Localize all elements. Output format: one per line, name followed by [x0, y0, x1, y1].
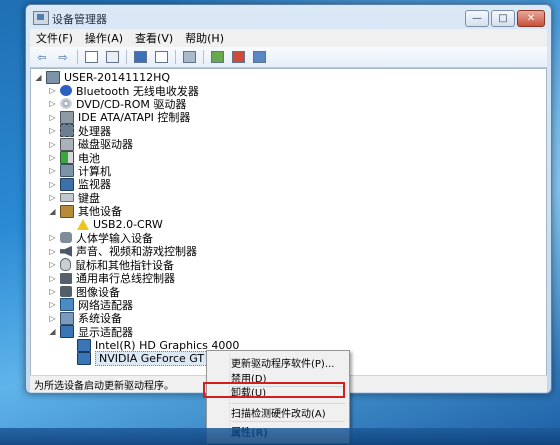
- uninstall-icon[interactable]: [229, 49, 247, 65]
- tree-item[interactable]: ◢ 其他设备: [48, 204, 122, 219]
- processor-icon: [60, 124, 74, 138]
- disk-drive-icon: [60, 137, 74, 151]
- keyboard-icon: [60, 193, 74, 203]
- back-icon[interactable]: ⇦: [33, 49, 51, 65]
- device-manager-icon: [33, 11, 49, 25]
- system-device-icon: [60, 311, 74, 325]
- update-driver-menu-item[interactable]: 更新驱动程序软件(P)...: [231, 355, 334, 370]
- expand-icon[interactable]: ▷: [48, 193, 57, 202]
- show-hide-tree-icon[interactable]: [82, 49, 100, 65]
- view-icon[interactable]: [152, 49, 170, 65]
- menu-help[interactable]: 帮助(H): [179, 30, 230, 46]
- battery-icon: [60, 151, 74, 164]
- collapse-icon[interactable]: ◢: [34, 73, 43, 82]
- toolbar-separator: [77, 50, 78, 64]
- ide-controller-icon: [60, 110, 74, 124]
- expand-icon[interactable]: ▷: [48, 274, 57, 283]
- bluetooth-icon: [60, 85, 72, 96]
- tree-item[interactable]: ◢ 显示适配器: [48, 325, 133, 339]
- warning-icon: [77, 219, 89, 230]
- display-adapter-icon: [60, 325, 74, 339]
- expand-icon[interactable]: ▷: [48, 314, 57, 323]
- monitor-icon: [60, 177, 74, 191]
- expand-icon[interactable]: ▷: [48, 247, 57, 256]
- update-driver-icon[interactable]: [208, 49, 226, 65]
- forward-icon[interactable]: ⇨: [54, 49, 72, 65]
- tree-item-label: 显示适配器: [78, 325, 133, 339]
- menu-action[interactable]: 操作(A): [79, 30, 129, 46]
- camera-icon: [60, 286, 72, 297]
- collapse-icon[interactable]: ◢: [48, 207, 57, 216]
- display-adapter-icon: [77, 338, 91, 352]
- sound-icon: [60, 245, 72, 257]
- properties-icon[interactable]: [103, 49, 121, 65]
- menu-file[interactable]: 文件(F): [30, 30, 79, 46]
- maximize-button[interactable]: □: [491, 10, 515, 27]
- window-controls: — □ ✕: [465, 10, 545, 27]
- expand-icon[interactable]: ▷: [48, 113, 57, 122]
- toolbar-separator: [126, 50, 127, 64]
- expand-icon[interactable]: ▷: [48, 287, 57, 296]
- toolbar: ⇦ ⇨: [30, 47, 547, 68]
- network-adapter-icon: [60, 298, 74, 312]
- expand-icon[interactable]: ▷: [48, 99, 57, 108]
- collapse-icon[interactable]: ◢: [48, 327, 57, 336]
- other-devices-icon: [60, 204, 74, 218]
- device-tree[interactable]: ◢ USER-20141112HQ ▷ Bluetooth 无线电收发器 ▷ DVD/…: [30, 68, 547, 376]
- expand-icon[interactable]: ▷: [48, 180, 57, 189]
- toolbar-separator: [175, 50, 176, 64]
- computer-icon: [46, 71, 60, 84]
- title-bar[interactable]: 设备管理器 — □ ✕: [26, 5, 551, 31]
- help-icon[interactable]: [131, 49, 149, 65]
- minimize-button[interactable]: —: [465, 10, 489, 27]
- menu-bar: 文件(F) 操作(A) 查看(V) 帮助(H): [30, 29, 547, 48]
- scan-hardware-icon[interactable]: [250, 49, 268, 65]
- scan-hardware-menu-item[interactable]: 扫描检测硬件改动(A): [231, 405, 326, 420]
- menu-separator: [231, 421, 345, 422]
- computer-icon: [60, 164, 74, 178]
- status-text: 为所选设备启动更新驱动程序。: [34, 380, 174, 392]
- expand-icon[interactable]: ▷: [48, 233, 57, 242]
- expand-icon[interactable]: ▷: [48, 300, 57, 309]
- hid-icon: [60, 232, 72, 244]
- menu-view[interactable]: 查看(V): [129, 30, 179, 46]
- uninstall-highlight-annotation: [203, 382, 345, 398]
- taskbar: [0, 428, 560, 445]
- computer-view-icon[interactable]: [180, 49, 198, 65]
- expand-icon[interactable]: ▷: [48, 86, 57, 95]
- expand-icon[interactable]: ▷: [48, 260, 57, 269]
- usb-icon: [60, 272, 72, 284]
- window-title: 设备管理器: [52, 13, 107, 26]
- tree-item-label: 其他设备: [78, 205, 122, 219]
- expand-icon[interactable]: ▷: [48, 126, 57, 135]
- dvd-icon: [60, 98, 72, 110]
- mouse-icon: [60, 258, 71, 272]
- display-adapter-icon: [77, 352, 91, 365]
- expand-icon[interactable]: ▷: [48, 166, 57, 175]
- device-manager-window: 设备管理器 — □ ✕ 文件(F) 操作(A) 查看(V) 帮助(H) ⇦ ⇨ …: [25, 4, 552, 394]
- expand-icon[interactable]: ▷: [48, 140, 57, 149]
- toolbar-separator: [203, 50, 204, 64]
- close-button[interactable]: ✕: [517, 10, 545, 27]
- expand-icon[interactable]: ▷: [48, 153, 57, 162]
- tree-item[interactable]: ▷ IDE ATA/ATAPI 控制器: [48, 110, 190, 124]
